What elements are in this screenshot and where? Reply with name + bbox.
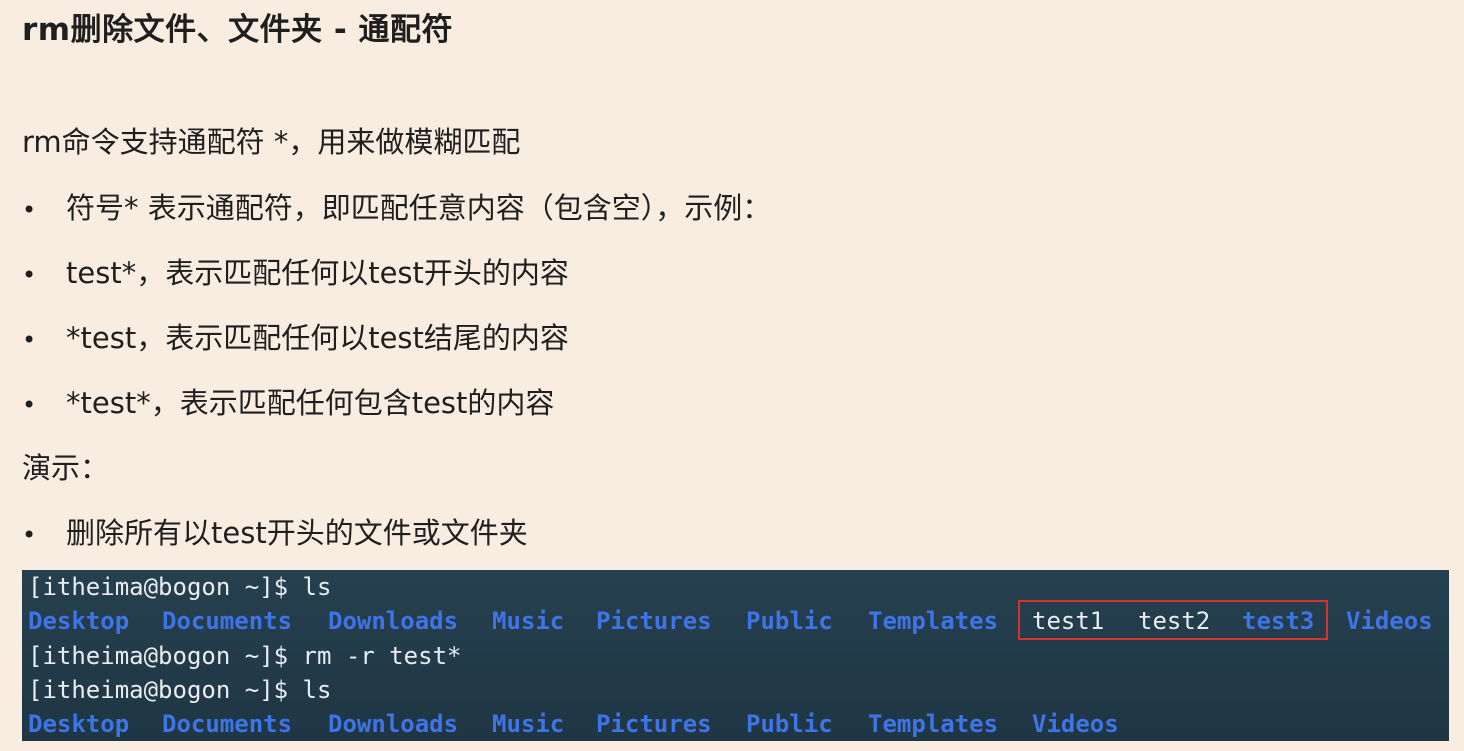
ls-entry-documents: Documents	[162, 710, 293, 738]
terminal-screenshot: [itheima@bogon ~]$ ls Desktop Documents Do…	[22, 570, 1449, 741]
ls-entry-desktop: Desktop	[28, 710, 130, 738]
bullet-item: • *test*，表示匹配任何包含test的内容	[22, 383, 554, 425]
bullet-text: 符号* 表示通配符，即匹配任意内容（包含空），示例：	[66, 191, 772, 225]
bullet-text: *test，表示匹配任何以test结尾的内容	[66, 321, 569, 355]
bullet-dot: •	[22, 261, 37, 289]
bullet-dot: •	[22, 391, 37, 419]
ls-entry-templates: Templates	[868, 710, 999, 738]
page-title: rm删除文件、文件夹 - 通配符	[22, 12, 454, 48]
intro-text: rm命令支持通配符 *，用来做模糊匹配	[22, 125, 521, 159]
ls-entry-music: Music	[492, 607, 565, 635]
bullet-dot: •	[22, 326, 37, 354]
demo-label: 演示：	[22, 451, 110, 485]
highlight-box	[1018, 600, 1328, 640]
ls-entry-desktop: Desktop	[28, 607, 130, 635]
bullet-dot: •	[22, 521, 37, 549]
ls-entry-pictures: Pictures	[596, 710, 712, 738]
ls-entry-videos: Videos	[1346, 607, 1433, 635]
ls-entry-downloads: Downloads	[328, 710, 459, 738]
terminal-prompt-line: [itheima@bogon ~]$ ls	[28, 573, 332, 601]
ls-entry-documents: Documents	[162, 607, 293, 635]
ls-entry-music: Music	[492, 710, 565, 738]
bullet-item: • 删除所有以test开头的文件或文件夹	[22, 513, 528, 555]
ls-entry-downloads: Downloads	[328, 607, 459, 635]
bullet-dot: •	[22, 196, 37, 224]
bullet-text: 删除所有以test开头的文件或文件夹	[66, 516, 528, 550]
bullet-item: • *test，表示匹配任何以test结尾的内容	[22, 318, 569, 360]
ls-entry-videos: Videos	[1032, 710, 1119, 738]
terminal-prompt-line: [itheima@bogon ~]$ ls	[28, 676, 332, 704]
ls-entry-pictures: Pictures	[596, 607, 712, 635]
bullet-item: • 符号* 表示通配符，即匹配任意内容（包含空），示例：	[22, 188, 771, 230]
bullet-text: *test*，表示匹配任何包含test的内容	[66, 386, 555, 420]
terminal-ls-output: Desktop Documents Downloads Music Pictures Pu…	[28, 707, 1448, 741]
ls-entry-public: Public	[746, 607, 833, 635]
bullet-item: • test*，表示匹配任何以test开头的内容	[22, 253, 569, 295]
bullet-text: test*，表示匹配任何以test开头的内容	[66, 256, 569, 290]
ls-entry-public: Public	[746, 710, 833, 738]
terminal-prompt-line: [itheima@bogon ~]$ rm -r test*	[28, 642, 462, 670]
ls-entry-templates: Templates	[868, 607, 999, 635]
